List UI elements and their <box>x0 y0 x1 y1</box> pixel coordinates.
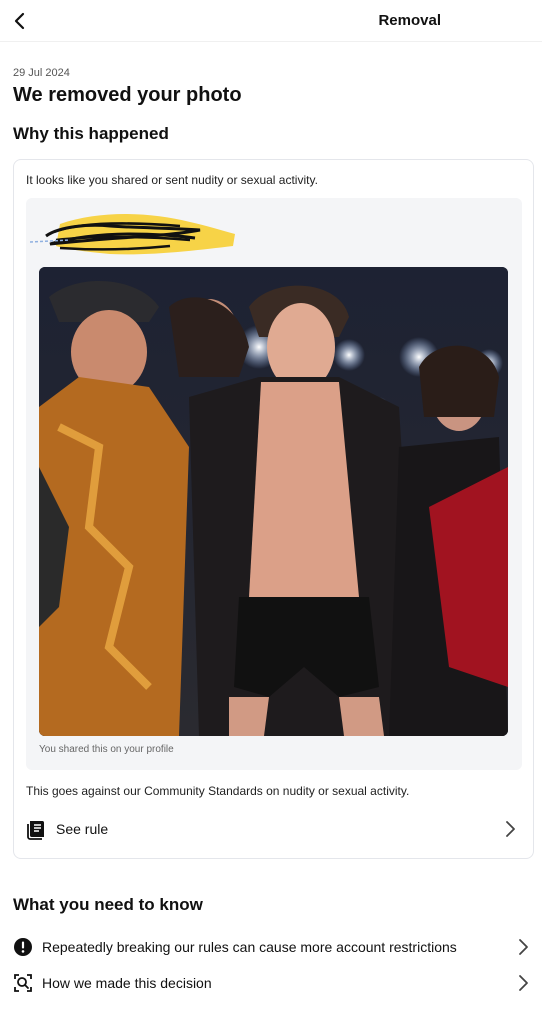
header-title: Removal <box>378 12 441 29</box>
redacted-username <box>30 214 235 255</box>
section-heading-know: What you need to know <box>13 895 203 914</box>
chevron-right-icon <box>519 975 528 991</box>
rulebook-icon <box>27 821 44 840</box>
community-standards-text: This goes against our Community Standard… <box>26 784 410 798</box>
decision-info-item[interactable]: How we made this decision <box>0 966 542 1000</box>
alert-icon <box>14 938 32 956</box>
removal-date: 29 Jul 2024 <box>13 67 70 79</box>
section-heading-why: Why this happened <box>13 124 169 143</box>
top-bar: Removal <box>0 0 542 42</box>
reason-text: It looks like you shared or sent nudity … <box>26 173 318 187</box>
chevron-right-icon <box>506 821 515 837</box>
account-restrictions-label: Repeatedly breaking our rules can cause … <box>42 939 457 955</box>
decision-info-label: How we made this decision <box>42 975 212 991</box>
photo-caption: You shared this on your profile <box>39 744 174 755</box>
reason-card: It looks like you shared or sent nudity … <box>13 159 534 859</box>
see-rule-label: See rule <box>56 821 109 837</box>
face-scan-icon <box>14 974 32 992</box>
chevron-right-icon <box>519 939 528 955</box>
see-rule-button[interactable]: See rule <box>14 810 533 848</box>
removed-photo <box>39 267 508 736</box>
page-title: We removed your photo <box>13 84 242 106</box>
account-restrictions-item[interactable]: Repeatedly breaking our rules can cause … <box>0 930 542 964</box>
post-preview: You shared this on your profile <box>26 198 522 770</box>
